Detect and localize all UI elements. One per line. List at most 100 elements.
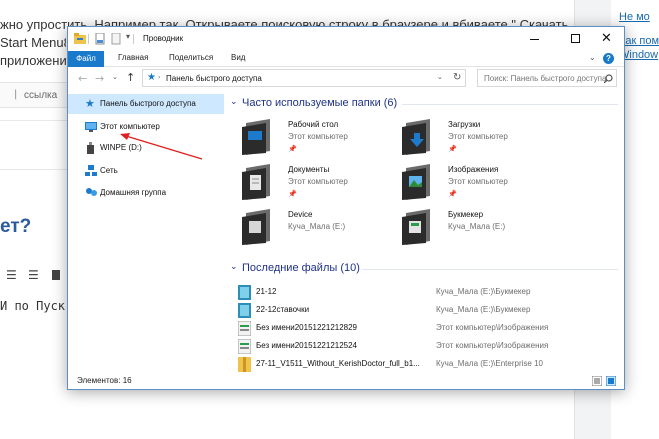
frequent-header-label: Часто используемые папки (6) [242,97,398,109]
numbered-list-icon[interactable]: ☰ [6,268,17,282]
status-bar: Элементов: 16 [68,373,624,389]
chevron-down-icon: ⌄ [230,262,238,272]
folder-tile-bookmaker[interactable]: Букмекер Куча_Мала (E:) [400,207,560,251]
properties-icon[interactable] [95,33,105,45]
bg-article-line-2: Start Menu8.Ж [0,35,66,50]
recent-file-name: 22-12ставочки [256,305,310,314]
tab-home[interactable]: Главная [118,53,148,62]
star-icon: ★ [147,72,156,83]
pin-icon[interactable]: 📌 [448,190,457,198]
sidebar-link-2[interactable]: Как пом [619,35,659,47]
breadcrumb-chevron-icon[interactable]: › [158,74,160,81]
bg-editor-toolbar: ☰ ☰ [6,268,66,282]
tile-name: Загрузки [448,120,481,129]
pin-icon[interactable]: 📌 [288,145,297,153]
recent-file-row[interactable]: 21-12 Куча_Мала (E:)\Букмекер [236,284,616,301]
search-placeholder: Поиск: Панель быстрого доступа [484,74,607,83]
up-arrow-icon[interactable]: ↑ [126,71,135,84]
bg-divider-block [0,120,67,170]
section-rule [362,269,618,270]
bg-heading: ет? [0,216,32,237]
folder-tile-desktop[interactable]: Рабочий стол Этот компьютер 📌 [240,117,400,161]
bullet-list-icon[interactable]: ☰ [28,268,39,282]
explorer-window: ▾ Проводник ✕ Файл Главная Поделиться Ви… [67,26,625,390]
ribbon-expand-icon[interactable]: ⌄ [589,53,596,62]
network-icon [85,165,97,176]
close-icon[interactable]: ✕ [601,31,612,46]
chevron-down-icon: ⌄ [230,97,238,107]
window-title: Проводник [143,34,184,43]
desktop-folder-icon [242,119,270,155]
recent-file-name: Без имени20151221212829 [256,323,358,332]
maximize-icon[interactable] [571,34,580,43]
tile-name: Рабочий стол [288,120,339,129]
recent-locations-icon[interactable]: ⌄ [112,73,118,81]
recent-file-name: 27-11_V1511_Without_KerishDoctor_full_b1… [256,359,420,368]
bg-link-label[interactable]: ссылка [24,90,57,101]
folder-tile-downloads[interactable]: Загрузки Этот компьютер 📌 [400,117,560,161]
recent-file-row[interactable]: Без имени20151221212829 Этот компьютер\И… [236,320,616,337]
recent-file-path: Этот компьютер\Изображения [436,323,549,332]
content-pane: ⌄ Часто используемые папки (6) Рабочий с… [228,91,624,373]
search-box[interactable]: Поиск: Панель быстрого доступа [477,69,617,87]
bg-separator: | [14,89,18,100]
recent-file-row[interactable]: Без имени20151221212524 Этот компьютер\И… [236,338,616,355]
sidebar-link-1[interactable]: Не мо [619,11,650,23]
qat-dropdown-icon[interactable]: ▾ [126,32,130,41]
image-file-icon [238,303,251,318]
bookmaker-folder-icon [402,209,430,245]
recent-file-name: 21-12 [256,287,277,296]
tile-location: Куча_Мала (E:) [288,222,346,231]
folder-tile-pictures[interactable]: Изображения Этот компьютер 📌 [400,162,560,206]
nav-item-homegroup[interactable]: Домашняя группа [68,183,224,203]
paragraph-icon[interactable] [52,270,60,280]
title-bar[interactable]: ▾ Проводник ✕ [68,27,624,51]
tile-location: Этот компьютер [448,132,508,141]
tile-name: Документы [288,165,330,174]
recent-file-path: Куча_Мала (E:)\Букмекер [436,305,531,314]
nav-item-quick-access[interactable]: ★ Панель быстрого доступа [68,94,224,114]
folder-icon [74,33,86,44]
address-dropdown-icon[interactable]: ⌄ [437,73,443,81]
tile-location: Куча_Мала (E:) [448,222,506,231]
nav-item-label: Сеть [100,166,118,175]
downloads-folder-icon [402,119,430,155]
back-arrow-icon[interactable]: ← [78,72,87,85]
tile-location: Этот компьютер [448,177,508,186]
address-bar[interactable]: ★ › Панель быстрого доступа ⌄ ↻ [142,69,466,87]
tab-share[interactable]: Поделиться [169,53,213,62]
folder-tile-device[interactable]: Device Куча_Мала (E:) [240,207,400,251]
navigation-bar: ← → ⌄ ↑ ★ › Панель быстрого доступа ⌄ ↻ … [68,67,624,91]
help-icon[interactable]: ? [603,53,614,64]
homegroup-icon [86,188,97,196]
tile-name: Device [288,210,313,219]
documents-folder-icon [242,164,270,200]
tile-name: Букмекер [448,210,484,219]
pin-icon[interactable]: 📌 [288,190,297,198]
recent-file-row[interactable]: 27-11_V1511_Without_KerishDoctor_full_b1… [236,356,616,373]
minimize-icon[interactable] [530,39,539,40]
recent-file-path: Куча_Мала (E:)\Enterprise 10 [436,359,543,368]
recent-file-row[interactable]: 22-12ставочки Куча_Мала (E:)\Букмекер [236,302,616,319]
device-folder-icon [242,209,270,245]
pin-icon[interactable]: 📌 [448,145,457,153]
qat-divider [88,34,89,44]
image-file-icon [238,321,251,336]
tab-file[interactable]: Файл [68,51,104,67]
recent-file-name: Без имени20151221212524 [256,341,358,350]
folder-tile-documents[interactable]: Документы Этот компьютер 📌 [240,162,400,206]
tile-location: Этот компьютер [288,132,348,141]
usb-drive-icon [87,142,94,154]
refresh-icon[interactable]: ↻ [453,72,461,83]
details-view-icon[interactable] [592,376,602,386]
frequent-section-header[interactable]: ⌄ Часто используемые папки (6) [230,96,620,112]
search-icon[interactable] [604,74,613,83]
title-divider [133,34,134,44]
tab-view[interactable]: Вид [231,53,245,62]
bg-toolbar: | ссылка [0,82,67,108]
new-folder-icon[interactable] [111,33,121,45]
recent-file-path: Куча_Мала (E:)\Букмекер [436,287,531,296]
forward-arrow-icon[interactable]: → [95,72,104,85]
recent-section-header[interactable]: ⌄ Последние файлы (10) [230,261,620,277]
large-icons-view-icon[interactable] [606,376,616,386]
